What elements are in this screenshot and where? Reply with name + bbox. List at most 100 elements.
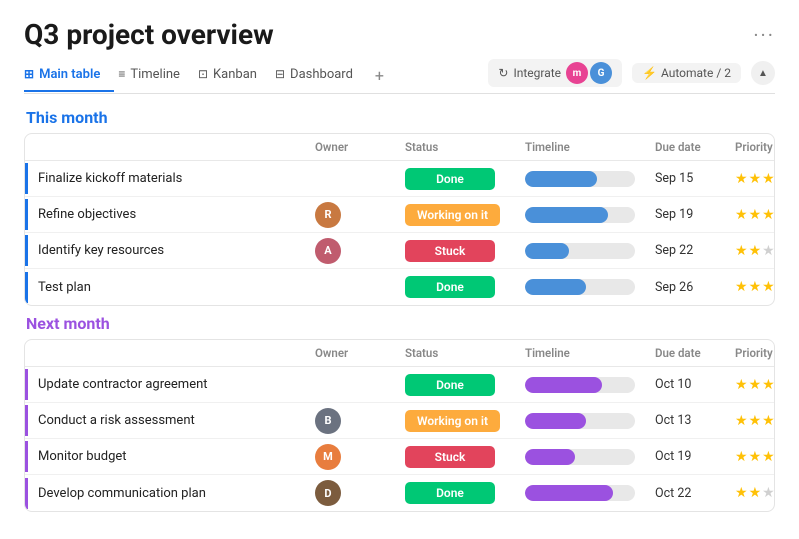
due-date: Oct 13 — [655, 413, 735, 428]
integrate-label: Integrate — [513, 66, 561, 80]
star-2: ★ — [749, 207, 762, 223]
star-1: ★ — [735, 207, 748, 223]
col-timeline: Timeline — [525, 140, 655, 154]
due-date: Sep 26 — [655, 280, 735, 295]
star-1: ★ — [735, 377, 748, 393]
next-month-section: Next month Owner Status Timeline Due dat… — [24, 314, 775, 512]
status-cell: Done — [405, 168, 525, 190]
timeline-bar — [525, 171, 597, 187]
task-name: Conduct a risk assessment — [25, 405, 315, 436]
due-date: Sep 19 — [655, 207, 735, 222]
stars-cell: ★★★★★ — [735, 377, 775, 393]
stars-cell: ★★★★★ — [735, 413, 775, 429]
star-3: ★ — [762, 449, 775, 465]
star-1: ★ — [735, 243, 748, 259]
timeline-bar — [525, 377, 602, 393]
star-2: ★ — [749, 279, 762, 295]
stars-cell: ★★★★★ — [735, 485, 775, 501]
star-1: ★ — [735, 279, 748, 295]
timeline-bar-container — [525, 243, 635, 259]
dashboard-icon: ⊟ — [275, 67, 285, 81]
status-badge[interactable]: Stuck — [405, 446, 495, 468]
timeline-cell — [525, 243, 655, 259]
collapse-button[interactable]: ▲ — [751, 61, 775, 85]
star-2: ★ — [749, 485, 762, 501]
star-3: ★ — [762, 279, 775, 295]
col-due-date-nm: Due date — [655, 346, 735, 360]
tab-dashboard[interactable]: ⊟ Dashboard — [275, 61, 367, 92]
next-month-header: Owner Status Timeline Due date Priority … — [25, 340, 774, 367]
next-month-table: Owner Status Timeline Due date Priority … — [24, 339, 775, 512]
timeline-cell — [525, 413, 655, 429]
star-2: ★ — [749, 449, 762, 465]
this-month-section: This month Owner Status Timeline Due dat… — [24, 108, 775, 306]
status-badge[interactable]: Done — [405, 374, 495, 396]
owner-avatar: A — [315, 238, 341, 264]
avatar-2: G — [590, 62, 612, 84]
task-name: Monitor budget — [25, 441, 315, 472]
integrate-button[interactable]: ↻ Integrate m G — [488, 59, 622, 87]
header-row: Q3 project overview ··· — [24, 18, 775, 51]
tab-timeline-label: Timeline — [130, 67, 180, 82]
timeline-cell — [525, 207, 655, 223]
status-badge[interactable]: Done — [405, 276, 495, 298]
this-month-table: Owner Status Timeline Due date Priority … — [24, 133, 775, 306]
automate-button[interactable]: ⚡ Automate / 2 — [632, 63, 741, 83]
star-1: ★ — [735, 413, 748, 429]
star-3: ★ — [762, 377, 775, 393]
star-3: ★ — [762, 207, 775, 223]
status-badge[interactable]: Done — [405, 168, 495, 190]
next-month-title: Next month — [24, 314, 775, 333]
tab-main-table[interactable]: ⊞ Main table — [24, 61, 114, 92]
timeline-cell — [525, 171, 655, 187]
status-cell: Done — [405, 482, 525, 504]
due-date: Sep 22 — [655, 243, 735, 258]
timeline-bar-container — [525, 171, 635, 187]
status-cell: Stuck — [405, 240, 525, 262]
tab-dashboard-label: Dashboard — [290, 67, 353, 82]
owner-avatar: B — [315, 408, 341, 434]
timeline-cell — [525, 279, 655, 295]
app-container: Q3 project overview ··· ⊞ Main table ≡ T… — [0, 0, 799, 539]
header-dots-button[interactable]: ··· — [753, 23, 775, 47]
stars-cell: ★★★★★ — [735, 243, 775, 259]
owner-cell: M — [315, 444, 405, 470]
status-badge[interactable]: Working on it — [405, 204, 500, 226]
status-cell: Stuck — [405, 446, 525, 468]
owner-cell: D — [315, 480, 405, 506]
add-tab-button[interactable]: + — [371, 60, 392, 93]
next-month-rows: Update contractor agreement Done Oct 10 … — [25, 367, 774, 511]
page-title: Q3 project overview — [24, 18, 274, 51]
tab-kanban[interactable]: ⊡ Kanban — [198, 61, 271, 92]
owner-avatar: M — [315, 444, 341, 470]
status-badge[interactable]: Working on it — [405, 410, 500, 432]
integrate-icon: ↻ — [498, 66, 508, 80]
automate-icon: ⚡ — [642, 66, 657, 80]
status-cell: Done — [405, 374, 525, 396]
star-3: ★ — [762, 171, 775, 187]
owner-cell: B — [315, 408, 405, 434]
col-owner: Owner — [315, 140, 405, 154]
timeline-cell — [525, 449, 655, 465]
table-row: Develop communication plan D Done Oct 22… — [25, 475, 774, 511]
avatar-1: m — [566, 62, 588, 84]
tab-timeline[interactable]: ≡ Timeline — [118, 61, 194, 92]
status-badge[interactable]: Stuck — [405, 240, 495, 262]
kanban-icon: ⊡ — [198, 67, 208, 81]
col-status-nm: Status — [405, 346, 525, 360]
table-row: Test plan Done Sep 26 ★★★★★ — [25, 269, 774, 305]
table-row: Finalize kickoff materials Done Sep 15 ★… — [25, 161, 774, 197]
stars-cell: ★★★★★ — [735, 207, 775, 223]
timeline-bar-container — [525, 485, 635, 501]
tab-main-table-label: Main table — [39, 67, 100, 82]
toolbar-right: ↻ Integrate m G ⚡ Automate / 2 ▲ — [488, 59, 775, 93]
task-name: Develop communication plan — [25, 478, 315, 509]
timeline-bar — [525, 279, 586, 295]
status-badge[interactable]: Done — [405, 482, 495, 504]
due-date: Oct 10 — [655, 377, 735, 392]
task-name: Update contractor agreement — [25, 369, 315, 400]
timeline-bar — [525, 449, 575, 465]
timeline-bar-container — [525, 449, 635, 465]
timeline-bar-container — [525, 413, 635, 429]
due-date: Sep 15 — [655, 171, 735, 186]
